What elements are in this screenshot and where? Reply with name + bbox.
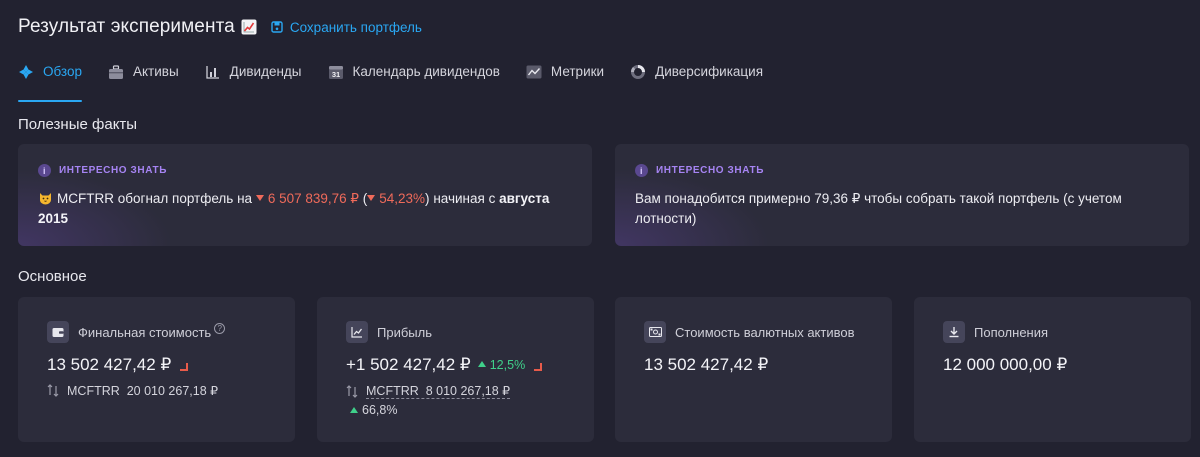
benchmark-row: MCFTRR 20 010 267,18 ₽ bbox=[47, 383, 266, 398]
tab-overview-label: Обзор bbox=[43, 64, 82, 79]
profit-value: +1 502 427,42 ₽ bbox=[346, 355, 471, 374]
deposit-arrow-icon bbox=[943, 321, 965, 343]
triangle-up-icon bbox=[350, 407, 358, 413]
tab-dividends-label: Дивиденды bbox=[229, 64, 302, 79]
card-title: Прибыль bbox=[377, 324, 432, 340]
fact-text-part1: обогнал портфель на bbox=[117, 191, 253, 206]
svg-text:31: 31 bbox=[331, 70, 339, 79]
fact-label: i ИНТЕРЕСНО ЗНАТЬ bbox=[635, 164, 1169, 177]
fact-text: MCFTRR обогнал портфель на 6 507 839,76 … bbox=[38, 189, 572, 229]
tab-assets-label: Активы bbox=[133, 64, 179, 79]
triangle-up-icon bbox=[477, 361, 486, 367]
benchmark-change-value: 66,8% bbox=[362, 403, 398, 417]
card-value: 13 502 427,42 ₽ bbox=[47, 355, 266, 375]
help-icon[interactable]: ? bbox=[214, 322, 226, 334]
page-header: Результат эксперимента Сохранить портфел… bbox=[18, 16, 422, 38]
currency-exchange-icon bbox=[644, 321, 666, 343]
expand-corner-icon[interactable] bbox=[534, 363, 543, 371]
briefcase-icon bbox=[108, 64, 124, 80]
benchmark-change: 66,8% bbox=[350, 403, 565, 417]
deposits-card: Пополнения 12 000 000,00 ₽ bbox=[914, 297, 1191, 442]
info-icon: i bbox=[38, 164, 51, 177]
swap-arrows-icon bbox=[346, 384, 358, 398]
bar-chart-icon bbox=[205, 64, 221, 80]
triangle-down-icon bbox=[367, 195, 376, 201]
tab-bar: Обзор Активы Дивиденды 31 Календарь диви… bbox=[18, 60, 1200, 102]
calendar-icon: 31 bbox=[328, 64, 344, 80]
tab-diversification-label: Диверсификация bbox=[655, 64, 764, 79]
fact-card-min-cost: i ИНТЕРЕСНО ЗНАТЬ Вам понадобится пример… bbox=[615, 144, 1189, 246]
page-title: Результат эксперимента bbox=[18, 16, 235, 37]
chart-increasing-emoji-icon bbox=[241, 19, 257, 35]
profit-change: 12,5% bbox=[477, 358, 526, 372]
tab-overview[interactable]: Обзор bbox=[18, 60, 82, 102]
wallet-icon bbox=[47, 321, 69, 343]
fact-card-benchmark: i ИНТЕРЕСНО ЗНАТЬ MCFTRR обогнал портфел… bbox=[18, 144, 592, 246]
overview-icon bbox=[18, 64, 34, 80]
outperformance-percent-value: 54,23% bbox=[379, 191, 426, 206]
benchmark-ticker: MCFTRR bbox=[366, 384, 419, 398]
benchmark-ticker: MCFTRR bbox=[67, 383, 120, 398]
fact-label-text: ИНТЕРЕСНО ЗНАТЬ bbox=[59, 165, 168, 176]
line-chart-icon bbox=[346, 321, 368, 343]
line-chart-icon bbox=[526, 64, 542, 80]
paren-close: ) bbox=[425, 191, 430, 206]
info-icon: i bbox=[635, 164, 648, 177]
benchmark-row: MCFTRR 8 010 267,18 ₽ bbox=[346, 383, 565, 399]
triangle-down-icon bbox=[255, 195, 264, 201]
card-header: Стоимость валютных активов bbox=[644, 321, 863, 343]
facts-section-title: Полезные факты bbox=[18, 116, 138, 133]
cat-emoji-icon bbox=[38, 190, 53, 205]
final-value-card: Финальная стоимость ? 13 502 427,42 ₽ MC… bbox=[18, 297, 295, 442]
benchmark-value: 8 010 267,18 ₽ bbox=[425, 384, 511, 398]
benchmark-ticker: MCFTRR bbox=[57, 191, 114, 206]
benchmark-value: 20 010 267,18 ₽ bbox=[126, 384, 219, 398]
benchmark-link[interactable]: MCFTRR 8 010 267,18 ₽ bbox=[366, 383, 511, 399]
tab-metrics[interactable]: Метрики bbox=[526, 60, 604, 102]
outperformance-amount: 6 507 839,76 ₽ bbox=[255, 191, 359, 206]
card-title: Стоимость валютных активов bbox=[675, 324, 855, 340]
final-value: 13 502 427,42 ₽ bbox=[47, 355, 172, 374]
tab-dividends[interactable]: Дивиденды bbox=[205, 60, 302, 102]
main-section-title: Основное bbox=[18, 268, 87, 285]
expand-corner-icon[interactable] bbox=[180, 363, 189, 371]
card-value: 12 000 000,00 ₽ bbox=[943, 355, 1068, 374]
profit-card: Прибыль +1 502 427,42 ₽ 12,5% MCFTRR 8 0… bbox=[317, 297, 594, 442]
tab-assets[interactable]: Активы bbox=[108, 60, 179, 102]
card-title: Пополнения bbox=[974, 324, 1049, 340]
tab-dividend-calendar[interactable]: 31 Календарь дивидендов bbox=[328, 60, 500, 102]
tab-metrics-label: Метрики bbox=[550, 64, 605, 79]
outperformance-amount-value: 6 507 839,76 ₽ bbox=[267, 191, 359, 206]
fact-text: Вам понадобится примерно 79,36 ₽ чтобы с… bbox=[635, 191, 1122, 226]
card-title: Финальная стоимость bbox=[78, 324, 212, 340]
currency-assets-card: Стоимость валютных активов 13 502 427,42… bbox=[615, 297, 892, 442]
card-header: Пополнения bbox=[943, 321, 1162, 343]
profit-change-value: 12,5% bbox=[489, 358, 526, 372]
card-value: 13 502 427,42 ₽ bbox=[644, 355, 769, 374]
save-icon bbox=[271, 21, 283, 33]
card-header: Прибыль bbox=[346, 321, 565, 343]
fact-text-part2: начиная с bbox=[433, 191, 496, 206]
tab-dividend-calendar-label: Календарь дивидендов bbox=[352, 64, 500, 79]
card-value: +1 502 427,42 ₽ 12,5% bbox=[346, 355, 565, 375]
donut-chart-icon bbox=[630, 64, 646, 80]
swap-arrows-icon bbox=[47, 384, 59, 397]
fact-label: i ИНТЕРЕСНО ЗНАТЬ bbox=[38, 164, 572, 177]
tab-diversification[interactable]: Диверсификация bbox=[630, 60, 763, 102]
save-portfolio-button[interactable]: Сохранить портфель bbox=[271, 20, 422, 35]
outperformance-percent: 54,23% bbox=[367, 191, 425, 206]
fact-label-text: ИНТЕРЕСНО ЗНАТЬ bbox=[656, 165, 765, 176]
card-header: Финальная стоимость ? bbox=[47, 321, 266, 343]
save-portfolio-label: Сохранить портфель bbox=[289, 19, 422, 35]
